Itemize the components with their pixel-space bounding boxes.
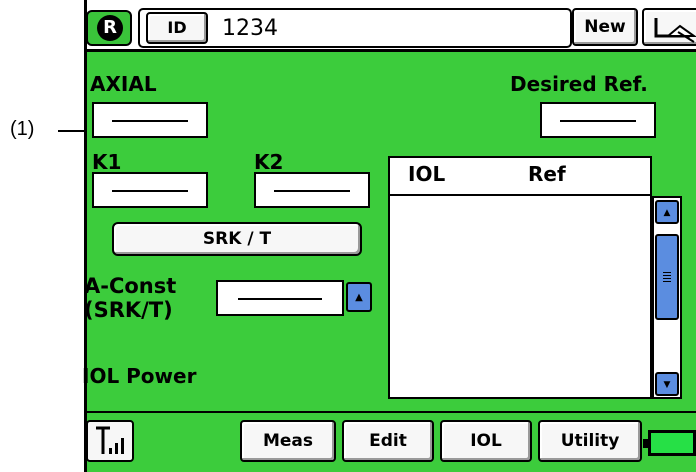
aconst-field[interactable] <box>216 280 344 316</box>
iol-ref-list-header: IOL Ref <box>388 156 652 196</box>
meas-button[interactable]: Meas <box>240 420 336 462</box>
printer-button[interactable] <box>642 8 696 46</box>
r-logo-icon: R <box>97 15 123 41</box>
iol-power-label: IOL Power <box>82 364 197 388</box>
edit-button[interactable]: Edit <box>342 420 434 462</box>
signal-strength-icon <box>96 426 124 454</box>
desired-ref-label: Desired Ref. <box>510 72 648 96</box>
axial-field[interactable] <box>92 102 208 138</box>
new-button[interactable]: New <box>572 8 638 46</box>
iol-button[interactable]: IOL <box>440 420 532 462</box>
signal-button[interactable] <box>86 420 134 462</box>
scroll-down-button[interactable]: ▼ <box>655 372 679 396</box>
k2-label: K2 <box>254 150 284 174</box>
list-scrollbar[interactable]: ▲ ▼ <box>652 196 682 399</box>
axial-label: AXIAL <box>90 72 157 96</box>
id-button[interactable]: ID <box>146 12 208 44</box>
aconst-label-line2: (SRK/T) <box>84 298 173 322</box>
k2-field[interactable] <box>254 172 370 208</box>
k1-field[interactable] <box>92 172 208 208</box>
formula-button[interactable]: SRK / T <box>112 222 362 256</box>
aconst-up-button[interactable]: ▲ <box>346 282 372 312</box>
callout-label: (1) <box>10 118 35 140</box>
aconst-label-line1: A-Const <box>84 274 177 298</box>
battery-icon <box>643 430 696 456</box>
printer-icon <box>654 18 696 43</box>
k1-label: K1 <box>92 150 122 174</box>
scroll-thumb[interactable] <box>655 234 679 320</box>
iol-column-header: IOL <box>408 162 446 186</box>
scroll-up-button[interactable]: ▲ <box>655 200 679 224</box>
desired-ref-field[interactable] <box>540 102 656 138</box>
home-button[interactable]: R <box>86 10 132 46</box>
ref-column-header: Ref <box>528 162 566 186</box>
utility-button[interactable]: Utility <box>538 420 642 462</box>
patient-id-value: 1234 <box>222 16 278 41</box>
